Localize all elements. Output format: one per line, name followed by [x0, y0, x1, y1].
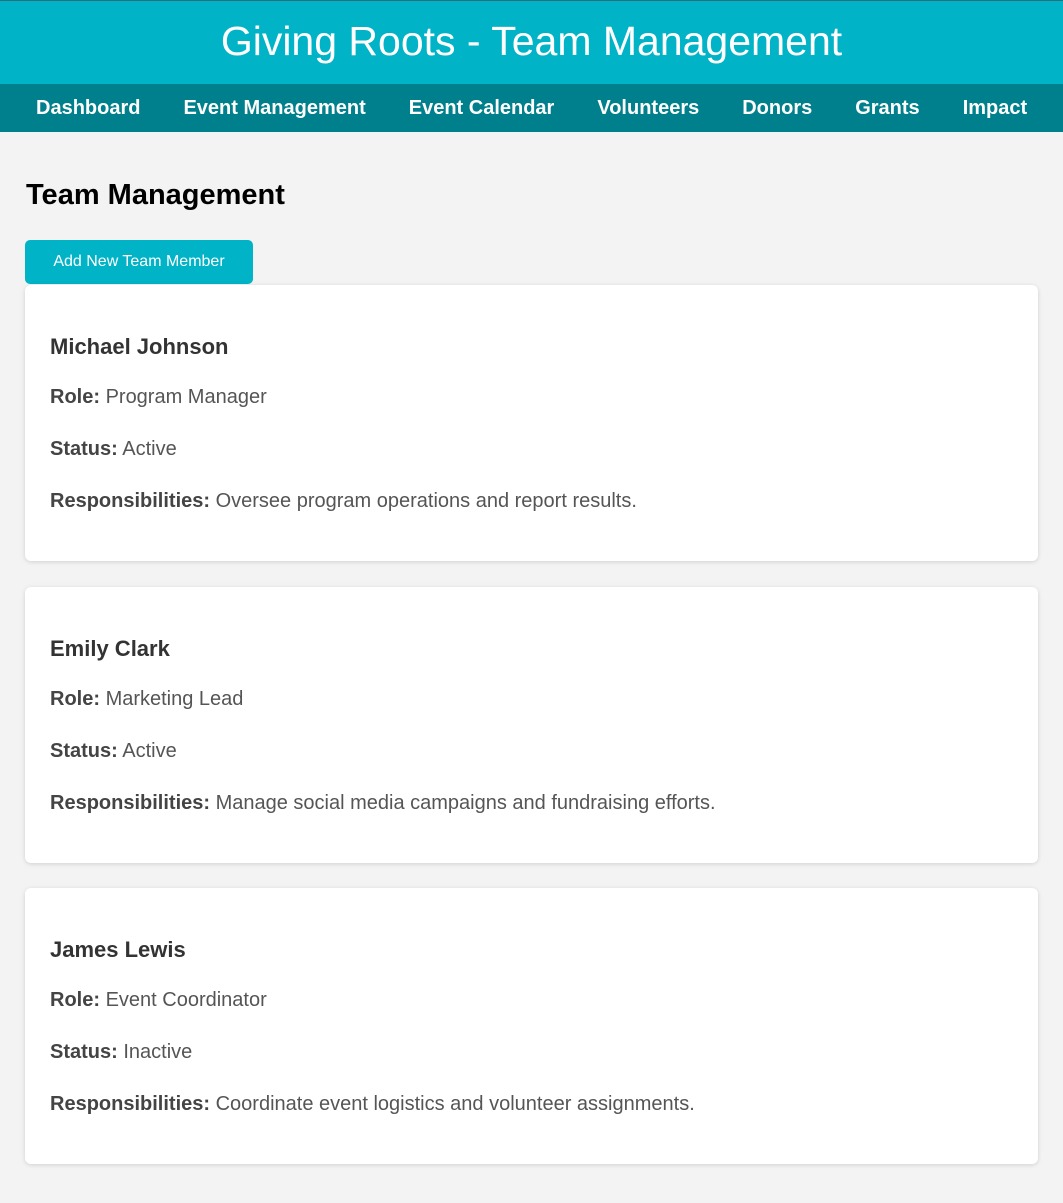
nav-item-donors[interactable]: Donors [742, 97, 812, 120]
member-responsibilities-value: Manage social media campaigns and fundra… [215, 792, 716, 814]
member-responsibilities-value: Oversee program operations and report re… [215, 490, 637, 512]
team-member-card: James Lewis Role: Event Coordinator Stat… [25, 888, 1038, 1164]
team-member-card: Michael Johnson Role: Program Manager St… [25, 285, 1038, 561]
member-responsibilities-row: Responsibilities: Coordinate event logis… [50, 1094, 695, 1114]
member-status-row: Status: Active [50, 741, 177, 761]
app-header: Giving Roots - Team Management [0, 0, 1063, 84]
member-status-row: Status: Active [50, 439, 177, 459]
member-role-row: Role: Marketing Lead [50, 689, 243, 709]
member-status-value: Active [122, 438, 177, 460]
nav-item-volunteers[interactable]: Volunteers [597, 97, 699, 120]
status-label: Status: [50, 1041, 118, 1063]
member-status-value: Inactive [123, 1041, 193, 1063]
member-role-row: Role: Program Manager [50, 387, 267, 407]
member-role-value: Program Manager [105, 386, 267, 408]
add-team-member-button[interactable]: Add New Team Member [25, 240, 253, 284]
responsibilities-label: Responsibilities: [50, 792, 211, 814]
nav-item-dashboard[interactable]: Dashboard [36, 97, 140, 120]
nav-item-impact[interactable]: Impact [963, 97, 1027, 120]
member-status-value: Active [122, 740, 177, 762]
member-role-row: Role: Event Coordinator [50, 990, 267, 1010]
member-responsibilities-value: Coordinate event logistics and volunteer… [215, 1093, 695, 1115]
main-nav: Dashboard Event Management Event Calenda… [0, 84, 1063, 132]
nav-item-event-management[interactable]: Event Management [183, 97, 365, 120]
member-name: Emily Clark [50, 636, 170, 661]
responsibilities-label: Responsibilities: [50, 1093, 211, 1115]
member-responsibilities-row: Responsibilities: Manage social media ca… [50, 793, 716, 813]
role-label: Role: [50, 688, 100, 710]
page-title: Team Management [26, 179, 285, 211]
nav-item-grants[interactable]: Grants [855, 97, 919, 120]
member-role-value: Marketing Lead [105, 688, 244, 710]
nav-item-event-calendar[interactable]: Event Calendar [409, 97, 555, 120]
member-status-row: Status: Inactive [50, 1042, 192, 1062]
app-title: Giving Roots - Team Management [220, 18, 843, 64]
role-label: Role: [50, 386, 100, 408]
role-label: Role: [50, 989, 100, 1011]
status-label: Status: [50, 740, 118, 762]
member-name: James Lewis [50, 937, 186, 962]
status-label: Status: [50, 438, 118, 460]
member-responsibilities-row: Responsibilities: Oversee program operat… [50, 491, 637, 511]
member-name: Michael Johnson [50, 334, 229, 359]
team-member-card: Emily Clark Role: Marketing Lead Status:… [25, 587, 1038, 863]
member-role-value: Event Coordinator [105, 989, 267, 1011]
responsibilities-label: Responsibilities: [50, 490, 211, 512]
